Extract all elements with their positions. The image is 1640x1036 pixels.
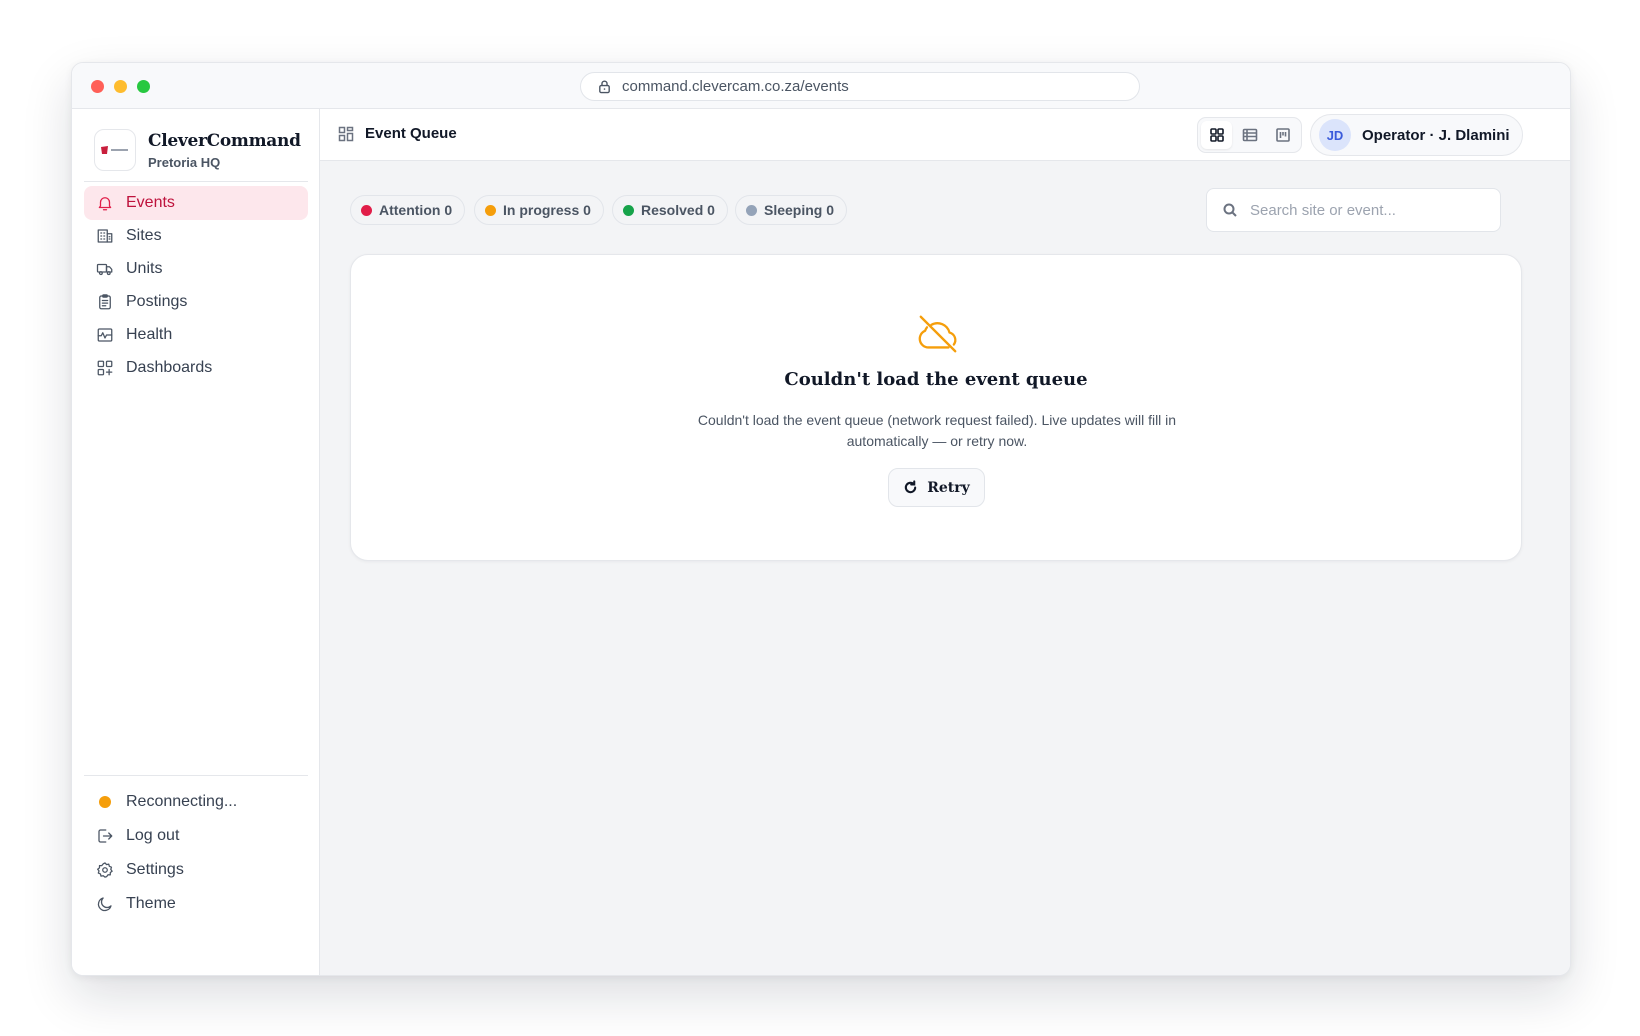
logout-button[interactable]: Log out: [84, 819, 308, 853]
retry-label: Retry: [927, 479, 970, 496]
logout-icon: [98, 829, 113, 843]
page-title: Event Queue: [338, 125, 457, 142]
clipboard-icon: [99, 294, 111, 310]
search-input[interactable]: [1250, 201, 1480, 219]
gear-icon: [97, 862, 113, 878]
minimize-window-button[interactable]: [114, 80, 127, 93]
list-view-icon: [1242, 128, 1257, 142]
browser-window: command.clevercam.co.za/events CleverCom…: [71, 62, 1571, 976]
grid-view-button[interactable]: [1201, 121, 1232, 149]
theme-label: Theme: [126, 895, 176, 912]
sleeping-dot: [746, 204, 757, 216]
close-window-button[interactable]: [91, 80, 104, 93]
settings-label: Settings: [126, 861, 184, 878]
activity-icon: [97, 328, 113, 342]
moon-icon: [97, 897, 112, 912]
page-title-label: Event Queue: [365, 125, 457, 142]
cloud-off-icon: [915, 311, 961, 357]
refresh-icon: [905, 480, 917, 494]
brand[interactable]: CleverCommand Pretoria HQ: [94, 129, 301, 171]
dashboard-icon: [97, 360, 113, 376]
sidebar-item-sites[interactable]: Sites: [84, 219, 308, 253]
brand-subtitle: Pretoria HQ: [148, 154, 221, 170]
sidebar-item-label: Sites: [126, 227, 162, 244]
sidebar-divider: [84, 181, 308, 182]
retry-button[interactable]: Retry: [888, 468, 985, 507]
board-view-button[interactable]: [1267, 121, 1298, 149]
browser-titlebar: command.clevercam.co.za/events: [72, 63, 1570, 109]
brand-name: CleverCommand: [148, 130, 301, 151]
queue-icon: [338, 126, 354, 141]
attention-dot: [361, 204, 372, 216]
resolved-dot: [623, 204, 634, 216]
sidebar-item-dashboards[interactable]: Dashboards: [84, 351, 308, 385]
search-icon: [1223, 203, 1237, 217]
error-message: Couldn't load the event queue (network r…: [697, 412, 1177, 449]
filter-chip-label: Resolved 0: [641, 202, 715, 218]
sidebar-item-label: Health: [126, 326, 173, 343]
in-progress-dot: [485, 204, 496, 216]
filter-chip-label: Attention 0: [379, 202, 453, 218]
filter-chip-in-progress[interactable]: In progress 0: [474, 195, 604, 225]
sidebar-item-label: Units: [126, 260, 163, 277]
board-view-icon: [1275, 128, 1290, 142]
brand-logo: [94, 129, 136, 171]
grid-view-icon: [1209, 128, 1224, 142]
filter-chip-resolved[interactable]: Resolved 0: [612, 195, 728, 225]
sidebar-divider: [84, 775, 308, 776]
sidebar-item-postings[interactable]: Postings: [84, 285, 308, 319]
error-title: Couldn't load the event queue: [784, 369, 1088, 390]
main-content: Attention 0 In progress 0 Resolved 0 Sle…: [320, 161, 1570, 975]
sidebar-item-label: Postings: [126, 293, 188, 310]
sidebar-item-health[interactable]: Health: [84, 318, 308, 352]
sidebar-item-label: Events: [126, 194, 175, 211]
search-box: [1206, 188, 1501, 232]
connection-status-label: Reconnecting...: [126, 793, 238, 810]
filter-chip-label: Sleeping 0: [764, 202, 835, 218]
list-view-button[interactable]: [1234, 121, 1265, 149]
sidebar-item-label: Dashboards: [126, 359, 213, 376]
logout-label: Log out: [126, 827, 180, 844]
avatar: JD: [1319, 119, 1351, 151]
user-menu[interactable]: JD Operator · J. Dlamini: [1310, 114, 1523, 156]
filter-chip-attention[interactable]: Attention 0: [350, 195, 466, 225]
status-dot: [99, 796, 111, 808]
filter-chip-label: In progress 0: [503, 202, 591, 218]
connection-status: Reconnecting...: [84, 785, 308, 819]
address-bar-url: command.clevercam.co.za/events: [622, 78, 849, 95]
user-name: Operator · J. Dlamini: [1362, 126, 1510, 144]
address-bar[interactable]: command.clevercam.co.za/events: [580, 72, 1140, 101]
filter-chip-sleeping[interactable]: Sleeping 0: [735, 195, 848, 225]
truck-icon: [96, 263, 113, 276]
sidebar: CleverCommand Pretoria HQ Events Sites U…: [72, 109, 320, 975]
bell-icon: [98, 197, 112, 211]
theme-button[interactable]: Theme: [84, 887, 308, 921]
sidebar-item-events[interactable]: Events: [84, 186, 308, 220]
building-icon: [97, 229, 113, 243]
maximize-window-button[interactable]: [137, 80, 150, 93]
settings-button[interactable]: Settings: [84, 853, 308, 887]
error-card: Couldn't load the event queue Couldn't l…: [350, 254, 1522, 561]
top-bar: Event Queue JD Operator · J. Dlamini: [320, 109, 1570, 161]
lock-icon: [599, 80, 610, 94]
view-toggle: [1197, 117, 1302, 153]
sidebar-item-units[interactable]: Units: [84, 252, 308, 286]
